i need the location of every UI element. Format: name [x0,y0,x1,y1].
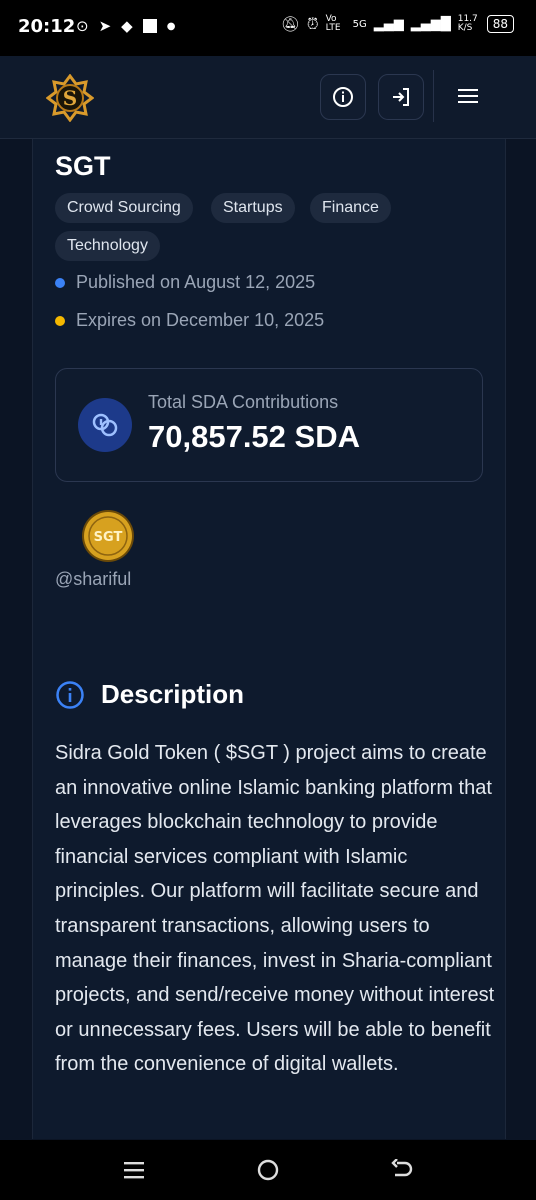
search-notification-icon: ⊙ [76,17,89,35]
info-icon [56,680,84,709]
system-nav-bar [0,1140,536,1200]
contributions-value: 70,857.52 SDA [148,419,360,454]
avatar[interactable]: SGT [81,509,135,563]
home-icon [257,1159,279,1181]
info-icon [333,87,353,107]
coins-icon [78,398,132,452]
login-button[interactable] [378,74,424,120]
header-divider [433,70,434,122]
recent-apps-button[interactable] [120,1158,148,1182]
svg-text:S: S [63,86,77,110]
telegram-icon: ➤ [98,17,112,35]
app-header: S [0,56,536,139]
creator-username[interactable]: @shariful [55,569,131,590]
tag-crowd-sourcing[interactable]: Crowd Sourcing [55,193,193,223]
system-status-icons: 🔕︎ ⏰︎ Vo LTE 5G ▂▄▆ ▂▄▆█ 11.7 K/S 88 [281,15,514,33]
tag-startups[interactable]: Startups [211,193,295,223]
expires-date-row: Expires on December 10, 2025 [55,310,324,331]
volte-label: Vo LTE [325,14,341,33]
back-icon [391,1159,413,1177]
signal-icon: ▂▄▆ [373,16,404,32]
tag-finance[interactable]: Finance [310,193,391,223]
status-time: 20:12 [18,16,76,37]
project-title: SGT [55,151,111,181]
info-button[interactable] [320,74,366,120]
home-button[interactable] [254,1158,282,1182]
mute-icon: 🔕︎ [280,15,300,33]
network-speed: 11.7 K/S [457,14,478,33]
description-text: Sidra Gold Token ( $SGT ) project aims t… [55,742,495,1076]
published-date: Published on August 12, 2025 [76,272,316,292]
status-bar: 20:12 ⊙ ➤ ◆ ● 🔕︎ ⏰︎ Vo LTE 5G ▂▄▆ ▂▄▆█ 1… [0,0,536,56]
notification-icons: ⊙ ➤ ◆ ● [76,17,175,35]
square-app-icon [142,19,157,33]
back-button[interactable] [388,1158,416,1182]
avatar-text: SGT [94,530,123,545]
expires-date: Expires on December 10, 2025 [76,310,325,330]
expires-dot-icon [55,315,65,326]
published-dot-icon [55,277,65,288]
more-dot-icon: ● [166,20,176,32]
sidra-logo-icon[interactable]: S [45,73,95,123]
5g-label: 5G [352,18,367,30]
published-date-row: Published on August 12, 2025 [55,272,315,293]
contributions-box: Total SDA Contributions 70,857.52 SDA [55,368,483,482]
recent-apps-icon [124,1162,144,1179]
login-icon [393,88,409,106]
signal-icon-2: ▂▄▆█ [410,16,451,32]
tag-icon: ◆ [121,17,133,35]
battery-indicator: 88 [486,15,514,33]
contributions-label: Total SDA Contributions [148,392,339,412]
project-detail-card: SGT Crowd Sourcing Startups Finance Tech… [32,139,506,1139]
alarm-icon: ⏰︎ [306,15,319,33]
description-header: Description [55,679,244,710]
hamburger-menu-icon [458,89,478,103]
menu-button[interactable] [450,78,486,114]
description-heading: Description [101,679,245,709]
tag-technology[interactable]: Technology [55,231,160,261]
